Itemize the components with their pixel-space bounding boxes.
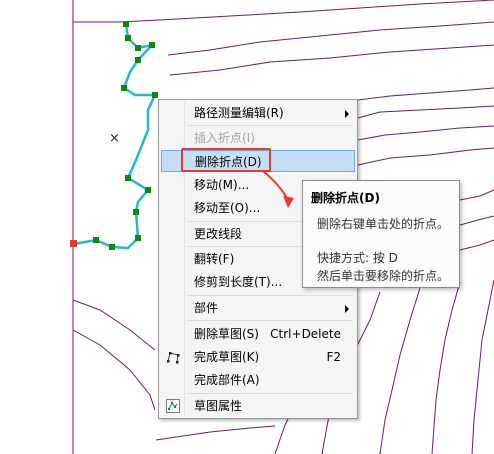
contour-line <box>72 299 156 351</box>
menu-item-sketch-properties[interactable]: 草图属性 <box>161 395 355 417</box>
highlight-box <box>181 148 271 172</box>
tooltip-description: 删除右键单击处的折点。 <box>317 217 450 231</box>
menu-item-label: 完成草图(K) <box>194 350 260 364</box>
sketch-vertex[interactable] <box>125 175 131 181</box>
sketch-vertex[interactable] <box>121 85 127 91</box>
menu-item-label: 部件 <box>194 301 219 315</box>
menu-item-label: 翻转(F) <box>194 252 235 266</box>
contour-line <box>155 425 276 441</box>
sketch-vertex[interactable] <box>133 209 139 215</box>
finish-sketch-icon <box>167 352 180 364</box>
contour-line <box>459 239 494 251</box>
contour-line <box>169 44 494 76</box>
sketch-vertex[interactable] <box>123 21 129 27</box>
submenu-arrow-icon <box>345 305 349 313</box>
cursor-x-mark: × <box>109 131 120 146</box>
tooltip-title: 删除折点(D) <box>311 191 380 205</box>
menu-item-part[interactable]: 部件 <box>161 297 355 319</box>
contour-line <box>459 215 494 226</box>
sketch-vertex[interactable] <box>109 244 115 250</box>
sketch-vertex[interactable] <box>152 92 158 98</box>
menu-item-shortcut: F2 <box>326 350 341 364</box>
menu-separator <box>187 320 353 321</box>
sketch-vertex[interactable] <box>135 57 141 63</box>
menu-item-label: 路径测量编辑(R) <box>194 106 284 120</box>
menu-item-label: 更改线段 <box>194 227 243 241</box>
contour-line <box>72 329 156 411</box>
menu-item-label: 修剪到长度(T)... <box>194 275 283 289</box>
contour-line <box>459 189 494 201</box>
sketch-vertex[interactable] <box>135 235 141 241</box>
sketch-vertex[interactable] <box>93 237 99 243</box>
selected-vertex[interactable] <box>70 240 77 247</box>
submenu-arrow-icon <box>345 110 349 118</box>
menu-item-finish-part[interactable]: 完成部件(A) <box>161 369 355 391</box>
menu-item-label: 完成部件(A) <box>194 373 260 387</box>
menu-item-insert-vertex[interactable]: 插入折点(I) <box>161 127 355 149</box>
menu-item-label: 移动至(O)... <box>194 201 261 215</box>
menu-separator <box>187 125 353 126</box>
menu-item-shortcut: Ctrl+Delete <box>270 327 341 341</box>
contour-line <box>357 147 494 166</box>
menu-item-finish-sketch[interactable]: 完成草图(K) F2 <box>161 346 355 368</box>
contour-line <box>431 281 461 454</box>
menu-item-delete-sketch[interactable]: 删除草图(S) Ctrl+Delete <box>161 323 355 345</box>
contour-line <box>357 125 494 141</box>
tooltip-shortcut: 快捷方式: 按 D <box>317 251 398 265</box>
sketch-vertex[interactable] <box>135 45 141 51</box>
sketch-properties-icon <box>166 399 180 413</box>
contour-line <box>167 21 494 56</box>
menu-item-label: 删除草图(S) <box>194 327 259 341</box>
menu-item-label: 草图属性 <box>194 399 243 413</box>
contour-line <box>357 87 494 101</box>
menu-item-label: 移动(M)... <box>194 178 250 192</box>
contour-line <box>379 287 421 454</box>
tooltip-instruction: 然后单击要移除的折点。 <box>317 269 450 283</box>
tooltip: 删除折点(D) 删除右键单击处的折点。 快捷方式: 按 D 然后单击要移除的折点… <box>302 180 460 288</box>
contour-line <box>73 0 494 23</box>
contour-line <box>471 279 494 454</box>
sketch-vertex[interactable] <box>149 42 155 48</box>
menu-separator <box>187 295 353 296</box>
menu-separator <box>187 393 353 394</box>
menu-item-route-measure-edit[interactable]: 路径测量编辑(R) <box>161 102 355 124</box>
menu-item-label: 插入折点(I) <box>194 131 255 145</box>
sketch-vertex[interactable] <box>125 35 131 41</box>
sketch-vertex[interactable] <box>145 187 151 193</box>
contour-line <box>357 105 494 119</box>
